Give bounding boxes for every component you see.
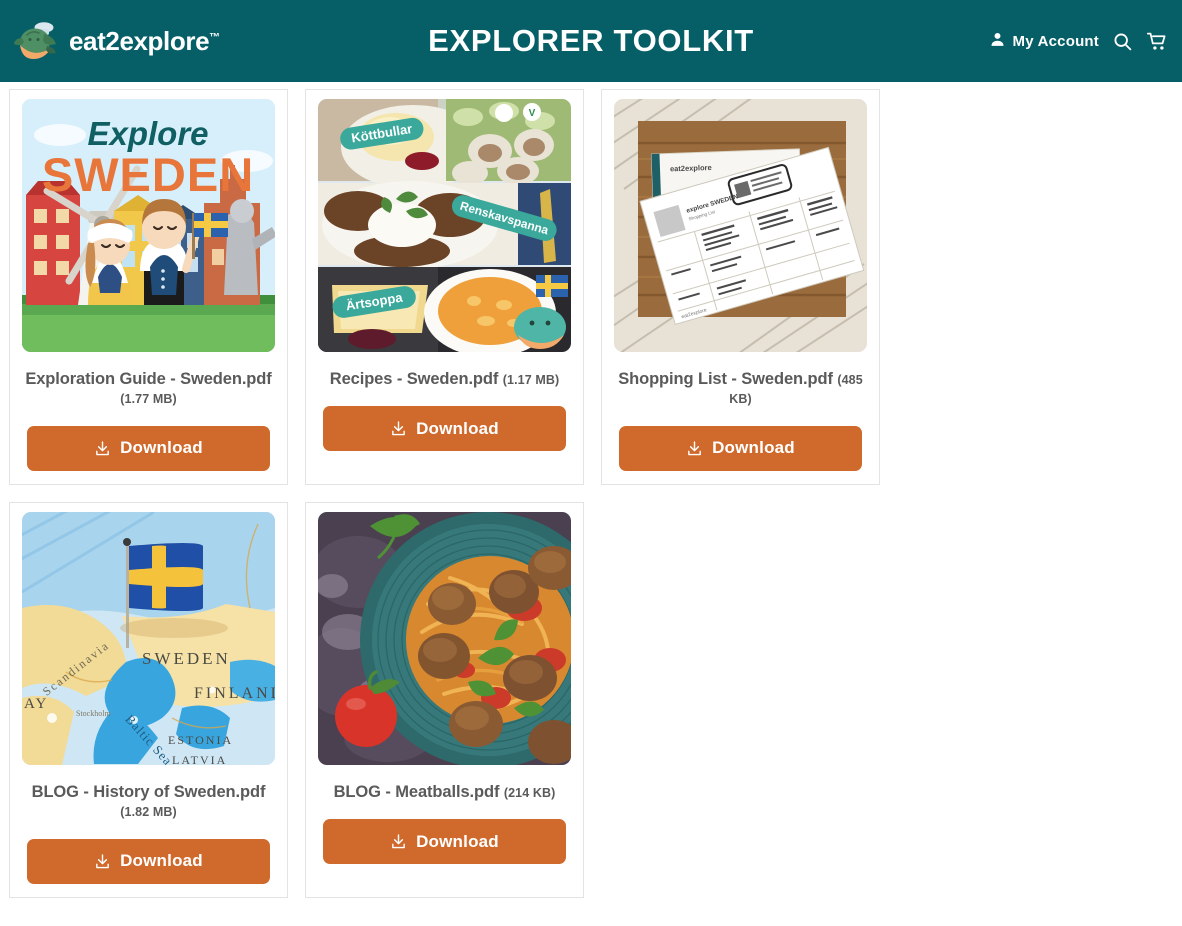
download-label: Download bbox=[416, 418, 499, 438]
download-icon bbox=[390, 420, 407, 437]
eat2explore-mascot-icon bbox=[14, 19, 60, 63]
site-header: eat2explore™ EXPLORER TOOLKIT My Account bbox=[0, 0, 1182, 82]
asset-card: BLOG - Meatballs.pdf (214 KB) Download bbox=[305, 501, 584, 898]
asset-card: Explore SWEDEN Exploration Guide - Swede… bbox=[9, 89, 288, 485]
asset-filename: Shopping List - Sweden.pdf bbox=[618, 370, 833, 388]
svg-text:Explore: Explore bbox=[87, 115, 208, 152]
toolkit-asset-grid: Explore SWEDEN Exploration Guide - Swede… bbox=[0, 82, 1182, 898]
asset-caption: Exploration Guide - Sweden.pdf (1.77 MB) bbox=[23, 370, 274, 409]
download-label: Download bbox=[120, 438, 203, 458]
asset-filename: BLOG - History of Sweden.pdf bbox=[31, 782, 266, 801]
download-icon bbox=[94, 440, 111, 457]
asset-caption: Shopping List - Sweden.pdf (485 KB) bbox=[615, 370, 866, 409]
download-label: Download bbox=[712, 438, 795, 458]
svg-text:SWEDEN: SWEDEN bbox=[42, 148, 254, 201]
cart-icon[interactable] bbox=[1146, 31, 1168, 52]
my-account-label: My Account bbox=[1012, 32, 1099, 50]
download-icon bbox=[686, 440, 703, 457]
asset-card: Köttbullar V Renskavspanna Ärtsoppa Reci… bbox=[305, 89, 584, 485]
user-icon bbox=[989, 31, 1006, 52]
svg-text:ESTONIA: ESTONIA bbox=[168, 733, 233, 747]
trademark-symbol: ™ bbox=[209, 30, 220, 43]
download-label: Download bbox=[416, 831, 499, 851]
shopping-list-photo-image: eat2explore Sweden expl l bbox=[614, 99, 867, 352]
asset-filename: BLOG - Meatballs.pdf bbox=[333, 782, 500, 801]
meatballs-photo-image bbox=[318, 511, 571, 765]
asset-filesize: (1.77 MB) bbox=[120, 392, 177, 407]
search-icon[interactable] bbox=[1112, 31, 1133, 52]
recipes-collage-image: Köttbullar V Renskavspanna Ärtsoppa bbox=[318, 99, 571, 352]
svg-text:eat2explore: eat2explore bbox=[670, 163, 712, 173]
svg-text:FINLAND: FINLAND bbox=[194, 685, 275, 702]
my-account-link[interactable]: My Account bbox=[989, 31, 1099, 52]
asset-filesize: (214 KB) bbox=[503, 785, 556, 800]
header-actions: My Account bbox=[989, 31, 1168, 52]
asset-filename: Exploration Guide - Sweden.pdf bbox=[25, 370, 272, 388]
download-button[interactable]: Download bbox=[619, 425, 862, 471]
asset-filesize: (1.17 MB) bbox=[502, 373, 560, 387]
asset-filename: Recipes - Sweden.pdf bbox=[329, 370, 499, 388]
brand-name: eat2explore™ bbox=[69, 25, 220, 56]
explore-sweden-cover-image: Explore SWEDEN bbox=[22, 99, 275, 352]
asset-card: eat2explore Sweden expl l bbox=[601, 89, 880, 485]
svg-text:Stockholm: Stockholm bbox=[76, 709, 111, 718]
asset-caption: Recipes - Sweden.pdf (1.17 MB) bbox=[330, 370, 560, 389]
sweden-map-flag-image: SWEDEN FINLAND Scandinavia AY Baltic Sea… bbox=[22, 511, 275, 765]
svg-text:V: V bbox=[529, 108, 536, 119]
download-icon bbox=[390, 833, 407, 850]
asset-caption: BLOG - Meatballs.pdf (214 KB) bbox=[334, 783, 556, 802]
download-button[interactable]: Download bbox=[27, 425, 270, 471]
download-button[interactable]: Download bbox=[323, 406, 566, 452]
brand-logo-link[interactable]: eat2explore™ bbox=[0, 19, 220, 63]
svg-text:SWEDEN: SWEDEN bbox=[142, 649, 231, 668]
svg-text:AY: AY bbox=[24, 696, 48, 712]
asset-card: SWEDEN FINLAND Scandinavia AY Baltic Sea… bbox=[9, 501, 288, 898]
download-icon bbox=[94, 853, 111, 870]
download-button[interactable]: Download bbox=[323, 819, 566, 865]
svg-text:LATVIA: LATVIA bbox=[172, 753, 227, 765]
asset-filesize: (1.82 MB) bbox=[120, 805, 177, 820]
asset-caption: BLOG - History of Sweden.pdf (1.82 MB) bbox=[23, 783, 274, 822]
download-label: Download bbox=[120, 851, 203, 871]
download-button[interactable]: Download bbox=[27, 838, 270, 884]
